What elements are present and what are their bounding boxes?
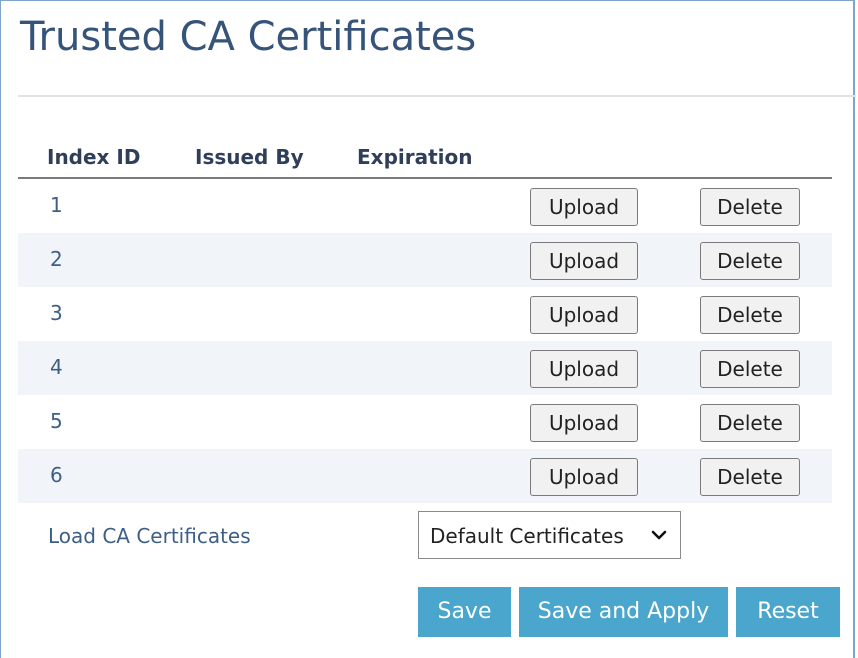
delete-button[interactable]: Delete — [700, 188, 800, 226]
table-row: 4 Upload Delete — [18, 341, 832, 395]
delete-button[interactable]: Delete — [700, 296, 800, 334]
table-row: 5 Upload Delete — [18, 395, 832, 449]
table-row: 6 Upload Delete — [18, 449, 832, 503]
upload-button[interactable]: Upload — [530, 242, 638, 280]
delete-button[interactable]: Delete — [700, 458, 800, 496]
upload-button[interactable]: Upload — [530, 458, 638, 496]
table-row: 2 Upload Delete — [18, 233, 832, 287]
column-header-index-id: Index ID — [47, 145, 141, 169]
row-index: 4 — [50, 355, 63, 379]
reset-button[interactable]: Reset — [736, 587, 840, 637]
row-index: 2 — [50, 247, 63, 271]
column-header-issued-by: Issued By — [195, 145, 304, 169]
chevron-down-icon — [651, 530, 667, 540]
row-index: 3 — [50, 301, 63, 325]
load-ca-certificates-label: Load CA Certificates — [48, 524, 251, 548]
column-header-expiration: Expiration — [357, 145, 473, 169]
upload-button[interactable]: Upload — [530, 350, 638, 388]
table-row: 3 Upload Delete — [18, 287, 832, 341]
table-row: 1 Upload Delete — [18, 179, 832, 233]
page-title: Trusted CA Certificates — [20, 14, 477, 60]
row-index: 1 — [50, 193, 63, 217]
delete-button[interactable]: Delete — [700, 404, 800, 442]
load-ca-certificates-select[interactable]: Default Certificates — [418, 511, 681, 559]
row-index: 6 — [50, 463, 63, 487]
row-index: 5 — [50, 409, 63, 433]
save-button[interactable]: Save — [418, 587, 511, 637]
title-divider — [18, 95, 856, 97]
delete-button[interactable]: Delete — [700, 242, 800, 280]
upload-button[interactable]: Upload — [530, 404, 638, 442]
delete-button[interactable]: Delete — [700, 350, 800, 388]
selected-option: Default Certificates — [430, 524, 624, 548]
save-and-apply-button[interactable]: Save and Apply — [519, 587, 728, 637]
upload-button[interactable]: Upload — [530, 296, 638, 334]
upload-button[interactable]: Upload — [530, 188, 638, 226]
